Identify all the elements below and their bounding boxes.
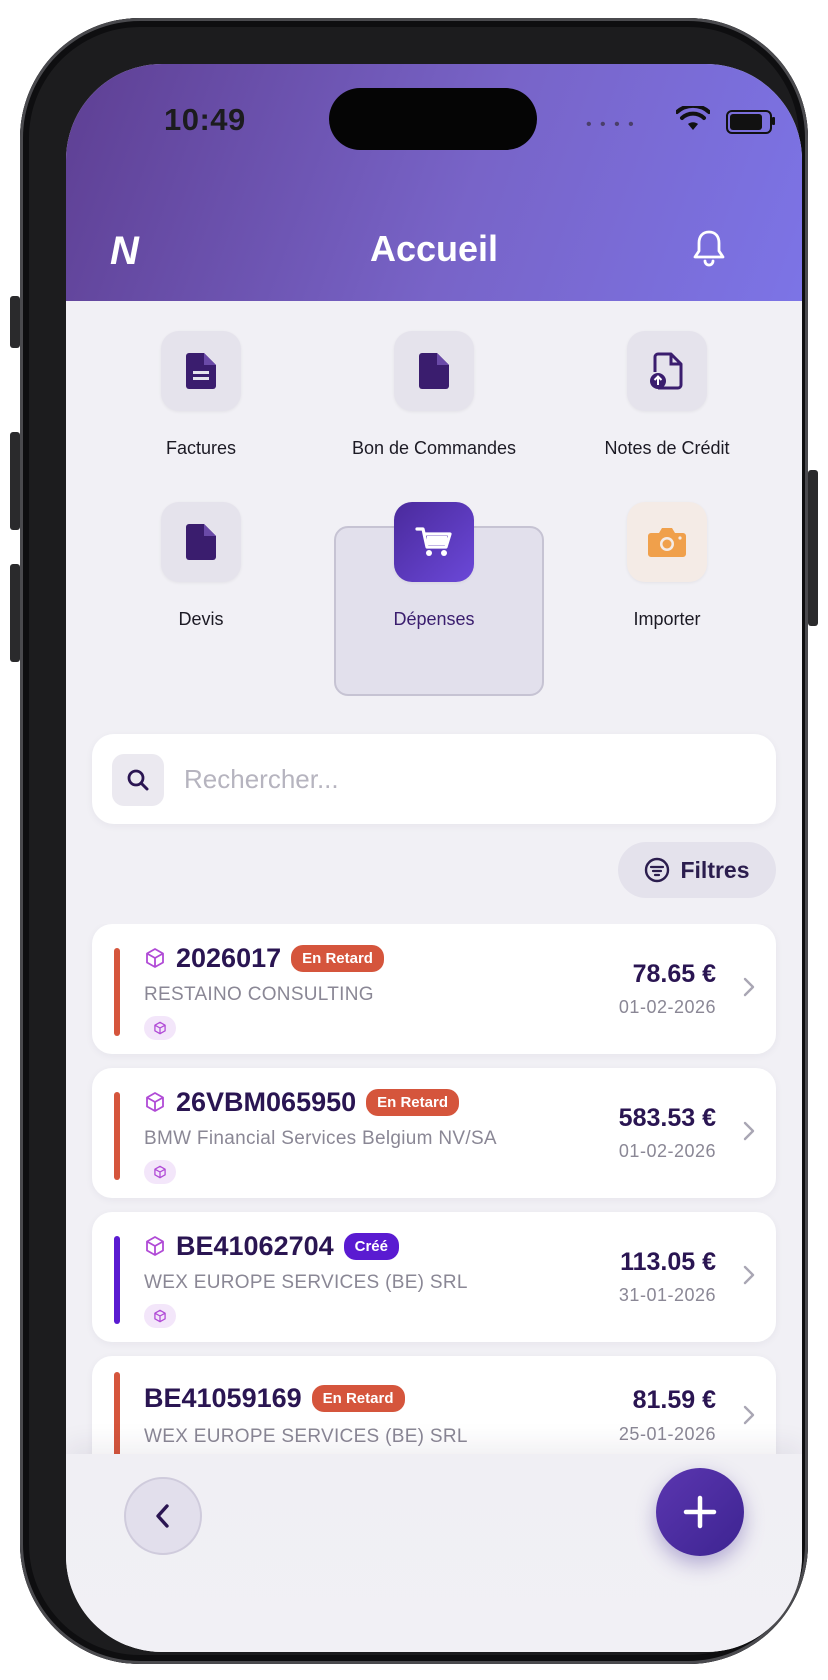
expense-ref: BE41059169	[144, 1382, 302, 1413]
power-button[interactable]	[808, 470, 818, 626]
menu-item-notes-de-credit[interactable]: Notes de Crédit	[572, 331, 762, 459]
chevron-right-icon[interactable]	[742, 1120, 756, 1142]
search-icon[interactable]	[112, 754, 164, 806]
menu-label: Bon de Commandes	[351, 438, 517, 458]
menu-label: Notes de Crédit	[604, 438, 730, 458]
expense-list[interactable]: 2026017 En Retard RESTAINO CONSULTING 78…	[66, 924, 802, 1454]
expense-card[interactable]: BE41062704 Créé WEX EUROPE SERVICES (BE)…	[92, 1212, 776, 1342]
expense-card[interactable]: 2026017 En Retard RESTAINO CONSULTING 78…	[92, 924, 776, 1054]
wifi-icon	[676, 106, 710, 130]
search-input[interactable]: Rechercher...	[184, 764, 339, 795]
expense-card[interactable]: BE41059169 En Retard WEX EUROPE SERVICES…	[92, 1356, 776, 1454]
phone-frame: 10:49 • • • • N Accueil Factures Bon de …	[20, 18, 808, 1664]
dynamic-island	[329, 88, 537, 150]
expense-date: 01-02-2026	[618, 997, 716, 1017]
expense-amount: 78.65 €	[632, 960, 716, 988]
expense-amount: 583.53 €	[618, 1104, 716, 1132]
card-header: 2026017 En Retard	[144, 940, 384, 976]
chevron-right-icon[interactable]	[742, 1404, 756, 1426]
document-icon	[161, 502, 241, 582]
expense-ref: 26VBM065950	[176, 1086, 357, 1117]
company-name: WEX EUROPE SERVICES (BE) SRL	[144, 1272, 468, 1293]
cube-icon	[146, 1092, 164, 1112]
action-button[interactable]	[10, 296, 20, 348]
document-upload-icon	[627, 331, 707, 411]
menu-label: Dépenses	[393, 609, 475, 629]
filters-button[interactable]: Filtres	[618, 842, 776, 898]
signal-icon: • • • •	[586, 116, 636, 133]
volume-down-button[interactable]	[10, 564, 20, 662]
card-header: 26VBM065950 En Retard	[144, 1084, 459, 1120]
status-bar	[114, 1092, 120, 1180]
status-badge: Créé	[343, 1232, 399, 1260]
expense-amount: 81.59 €	[632, 1386, 716, 1414]
company-name: WEX EUROPE SERVICES (BE) SRL	[144, 1426, 468, 1447]
expense-ref: BE41062704	[176, 1230, 334, 1261]
status-badge: En Retard	[366, 1088, 459, 1116]
bell-icon[interactable]	[692, 228, 726, 268]
document-icon	[394, 331, 474, 411]
cube-tag	[144, 1016, 176, 1040]
battery-cap	[772, 117, 775, 125]
menu-label: Factures	[165, 438, 237, 458]
menu-label: Importer	[633, 609, 701, 629]
menu-item-importer[interactable]: Importer	[572, 502, 762, 630]
chevron-right-icon[interactable]	[742, 1264, 756, 1286]
status-badge: En Retard	[311, 1384, 405, 1412]
menu-item-devis[interactable]: Devis	[106, 502, 296, 630]
filters-label: Filtres	[680, 856, 750, 883]
back-button[interactable]	[124, 1477, 202, 1555]
cube-icon	[154, 1309, 166, 1323]
status-badge: En Retard	[291, 944, 384, 972]
header: 10:49 • • • • N Accueil	[66, 64, 802, 301]
company-name: RESTAINO CONSULTING	[144, 984, 374, 1005]
chevron-right-icon[interactable]	[742, 976, 756, 998]
cube-icon	[146, 1236, 164, 1256]
chevron-left-icon	[156, 1504, 169, 1528]
status-time: 10:49	[164, 102, 246, 137]
filter-icon	[645, 857, 670, 883]
menu-item-depenses[interactable]: Dépenses	[339, 502, 529, 630]
status-bar	[114, 948, 120, 1036]
card-header: BE41062704 Créé	[144, 1228, 399, 1264]
expense-ref: 2026017	[176, 942, 282, 973]
plus-icon	[683, 1495, 717, 1529]
status-icons: • • • •	[586, 106, 786, 136]
camera-icon	[627, 502, 707, 582]
search-bar[interactable]: Rechercher...	[92, 734, 776, 824]
document-lines-icon	[161, 331, 241, 411]
status-bar	[114, 1372, 120, 1454]
cube-icon	[154, 1165, 166, 1179]
menu-item-bon-de-commandes[interactable]: Bon de Commandes	[339, 331, 529, 459]
card-header: BE41059169 En Retard	[144, 1380, 405, 1416]
expense-amount: 113.05 €	[620, 1248, 716, 1276]
cube-icon	[154, 1021, 166, 1035]
company-name: BMW Financial Services Belgium NV/SA	[144, 1128, 497, 1149]
volume-up-button[interactable]	[10, 432, 20, 530]
menu-item-factures[interactable]: Factures	[106, 331, 296, 459]
cube-icon	[146, 948, 164, 968]
expense-card[interactable]: 26VBM065950 En Retard BMW Financial Serv…	[92, 1068, 776, 1198]
expense-date: 01-02-2026	[618, 1141, 716, 1161]
battery-icon	[726, 110, 772, 134]
cube-tag	[144, 1160, 176, 1184]
cube-tag	[144, 1304, 176, 1328]
expense-date: 31-01-2026	[618, 1285, 716, 1305]
expense-date: 25-01-2026	[618, 1424, 716, 1444]
add-button[interactable]	[656, 1468, 744, 1556]
screen: 10:49 • • • • N Accueil Factures Bon de …	[66, 64, 802, 1652]
menu-label: Devis	[178, 609, 224, 629]
cart-icon	[394, 502, 474, 582]
status-bar	[114, 1236, 120, 1324]
